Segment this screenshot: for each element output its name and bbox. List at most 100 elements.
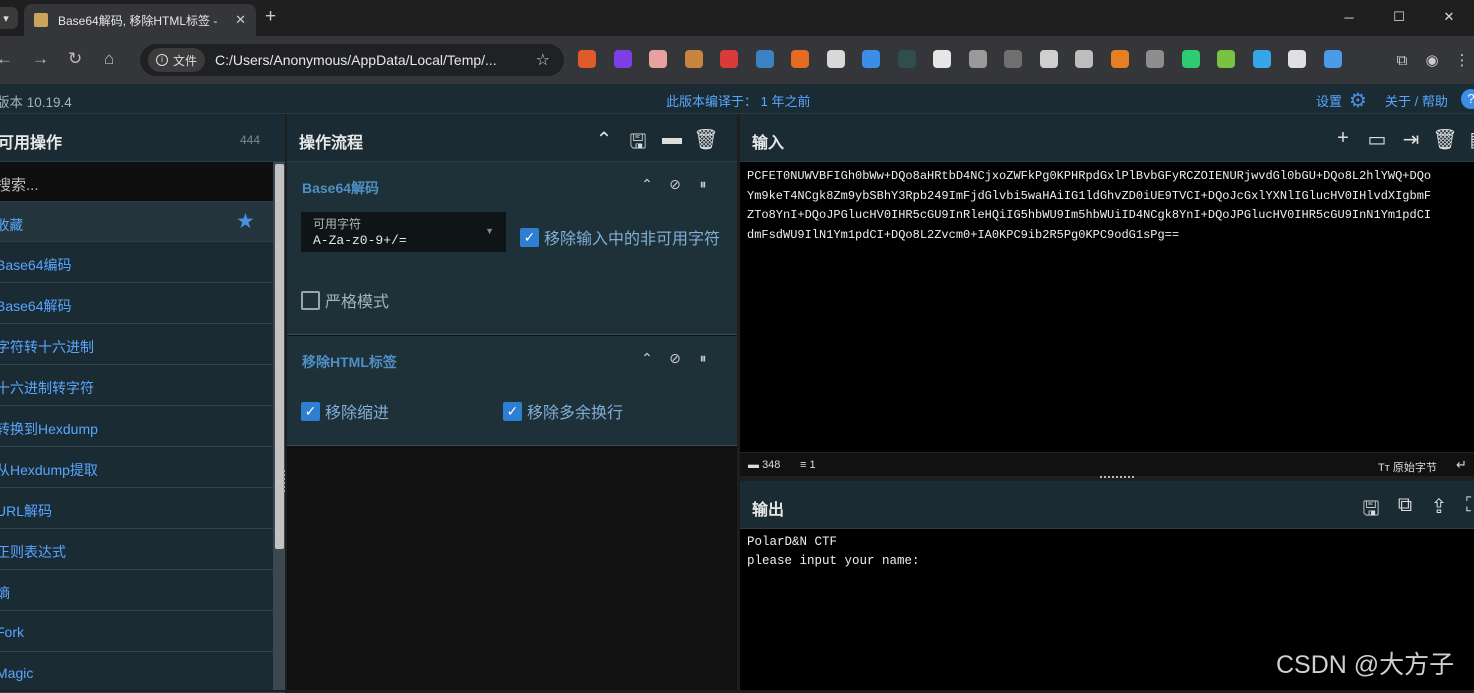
- input-textarea[interactable]: PCFET0NUWVBFIGh0bWw+DQo8aHRtbD4NCjxoZWFk…: [747, 167, 1474, 245]
- operation-item[interactable]: 字符转十六进制: [0, 324, 285, 365]
- ext-cookie-icon[interactable]: [684, 50, 703, 68]
- save-output-icon[interactable]: 🖫: [1354, 494, 1388, 528]
- operations-header: 可用操作 444: [0, 114, 285, 162]
- add-tab-plus-icon[interactable]: +: [1326, 127, 1360, 152]
- browser-menu-icon[interactable]: ⋮: [1450, 48, 1474, 72]
- ext-blue-mask-icon[interactable]: [1323, 50, 1342, 68]
- output-textarea[interactable]: PolarD&N CTF please input your name:: [747, 533, 920, 571]
- operation-item[interactable]: 从Hexdump提取: [0, 447, 285, 488]
- ext-gray-arrow-icon[interactable]: [968, 50, 987, 68]
- remove-indentation-checkbox[interactable]: ✓ 移除缩进: [301, 399, 389, 423]
- operation-item[interactable]: Base64解码: [0, 283, 285, 324]
- search-placeholder[interactable]: 搜索...: [0, 174, 39, 195]
- checkbox-checked-icon[interactable]: ✓: [301, 401, 320, 421]
- back-icon[interactable]: ←: [0, 49, 13, 69]
- clear-input-trash-icon[interactable]: 🗑: [1428, 127, 1462, 152]
- checkbox-checked-icon[interactable]: ✓: [503, 401, 522, 421]
- io-resize-handle[interactable]: [1100, 476, 1134, 479]
- operation-item[interactable]: 正则表达式: [0, 529, 285, 570]
- operation-item[interactable]: Fork: [0, 611, 285, 652]
- help-icon[interactable]: ?: [1461, 89, 1474, 109]
- ext-glasses-icon[interactable]: [1075, 50, 1093, 68]
- ext-green-gear-icon[interactable]: [1181, 50, 1200, 68]
- favourites-category[interactable]: 收藏 ★: [0, 202, 285, 242]
- browser-tab[interactable]: Base64解码, 移除HTML标签 - ✕: [24, 4, 256, 36]
- ext-face-icon[interactable]: [1039, 50, 1058, 68]
- operation-item[interactable]: Magic: [0, 652, 285, 693]
- address-bar[interactable]: i 文件 C:/Users/Anonymous/AppData/Local/Te…: [140, 44, 564, 76]
- about-help-link[interactable]: 关于 / 帮助: [1385, 91, 1448, 110]
- remove-nonalpha-checkbox[interactable]: ✓ 移除输入中的非可用字符: [520, 225, 720, 249]
- ext-blue-diamond-icon[interactable]: [1252, 50, 1271, 68]
- url-text[interactable]: C:/Users/Anonymous/AppData/Local/Temp/..…: [215, 52, 497, 68]
- gear-icon[interactable]: ⚙: [1349, 88, 1367, 113]
- operation-label: Base64解码: [0, 298, 72, 314]
- forward-icon[interactable]: →: [32, 49, 49, 69]
- replace-input-icon[interactable]: ⇪: [1422, 494, 1456, 528]
- operation-item[interactable]: 转换到Hexdump: [0, 406, 285, 447]
- ext-dark-square-icon[interactable]: [897, 50, 916, 68]
- remove-excess-lines-checkbox[interactable]: ✓ 移除多余换行: [503, 399, 623, 423]
- maximize-button[interactable]: ☐: [1374, 0, 1424, 34]
- home-icon[interactable]: ⌂: [104, 49, 114, 69]
- operations-scrollbar[interactable]: [273, 162, 285, 690]
- open-file-icon[interactable]: ⇥: [1394, 127, 1428, 152]
- reload-icon[interactable]: ↻: [68, 49, 82, 69]
- extensions-puzzle-icon[interactable]: ⧉: [1390, 48, 1414, 72]
- new-tab-button[interactable]: +: [265, 6, 276, 28]
- ext-spade-icon[interactable]: [1288, 50, 1306, 68]
- operation-label: 从Hexdump提取: [0, 462, 98, 478]
- close-window-button[interactable]: ✕: [1424, 0, 1474, 34]
- ext-blue-pin-icon[interactable]: [862, 50, 880, 68]
- settings-link[interactable]: 设置: [1316, 91, 1342, 110]
- ext-white-box-icon[interactable]: [933, 50, 951, 68]
- operation-item[interactable]: Base64编码: [0, 242, 285, 283]
- breakpoint-pause-icon[interactable]: ⏸: [689, 350, 717, 367]
- ext-orange-ring-icon[interactable]: [578, 50, 596, 68]
- ext-pink-circle-icon[interactable]: [649, 50, 667, 68]
- ext-purple-cube-icon[interactable]: [613, 50, 632, 68]
- open-folder-icon[interactable]: ▭: [1360, 127, 1394, 152]
- ext-white-blob-icon[interactable]: [826, 50, 845, 68]
- copy-output-icon[interactable]: ⧉: [1388, 494, 1422, 528]
- eol-return-icon[interactable]: ↵: [1456, 457, 1467, 473]
- output-line: PolarD&N CTF: [747, 535, 838, 549]
- site-info-chip[interactable]: i 文件: [148, 48, 206, 72]
- ext-red-dice-icon[interactable]: [720, 50, 738, 68]
- checkbox-checked-icon[interactable]: ✓: [520, 227, 539, 247]
- operation-item[interactable]: URL解码: [0, 488, 285, 529]
- save-recipe-icon[interactable]: 🖫: [621, 127, 655, 161]
- checkbox-unchecked-icon[interactable]: [301, 290, 320, 310]
- collapse-op-chevron-icon[interactable]: ⌃: [633, 350, 661, 367]
- disable-op-icon[interactable]: ⊘: [661, 176, 689, 193]
- tab-search-button[interactable]: ▾: [0, 7, 18, 29]
- maximise-output-icon[interactable]: ⛶: [1456, 494, 1474, 528]
- collapse-op-chevron-icon[interactable]: ⌃: [633, 176, 661, 193]
- minimize-button[interactable]: ─: [1324, 0, 1374, 34]
- layout-icon[interactable]: ▤: [1462, 127, 1474, 152]
- raw-bytes-toggle[interactable]: Tт 原始字节: [1378, 459, 1437, 475]
- star-icon[interactable]: ★: [236, 209, 255, 234]
- profile-avatar-icon[interactable]: ◉: [1420, 48, 1444, 72]
- op-name: Base64解码: [302, 180, 380, 196]
- operations-search[interactable]: 搜索...: [0, 162, 285, 202]
- ext-green-grid-icon[interactable]: [1217, 50, 1235, 68]
- breakpoint-pause-icon[interactable]: ⏸: [689, 176, 717, 193]
- ext-gray-hat-icon[interactable]: [1004, 50, 1022, 68]
- collapse-chevron-icon[interactable]: ⌃: [587, 127, 621, 161]
- strict-mode-checkbox[interactable]: 严格模式: [301, 288, 389, 312]
- disable-op-icon[interactable]: ⊘: [661, 350, 689, 367]
- alphabet-select[interactable]: 可用字符 A-Za-z0-9+/= ▼: [301, 212, 506, 252]
- clear-recipe-trash-icon[interactable]: 🗑: [689, 127, 723, 161]
- ext-orange-arrow-icon[interactable]: [1110, 50, 1129, 68]
- bookmark-star-icon[interactable]: ☆: [536, 50, 550, 70]
- ext-blue-globe-icon[interactable]: [755, 50, 774, 68]
- tab-close-icon[interactable]: ✕: [235, 12, 246, 28]
- ext-orange-badge-icon[interactable]: [791, 50, 809, 68]
- operation-item[interactable]: 熵: [0, 570, 285, 611]
- load-recipe-folder-icon[interactable]: ▬: [655, 127, 689, 161]
- operation-item[interactable]: 十六进制转字符: [0, 365, 285, 406]
- compiled-notice[interactable]: 此版本编译于： 1 年之前: [666, 91, 810, 110]
- ext-gray-copy-icon[interactable]: [1146, 50, 1164, 68]
- panel-resize-handle[interactable]: [283, 470, 286, 492]
